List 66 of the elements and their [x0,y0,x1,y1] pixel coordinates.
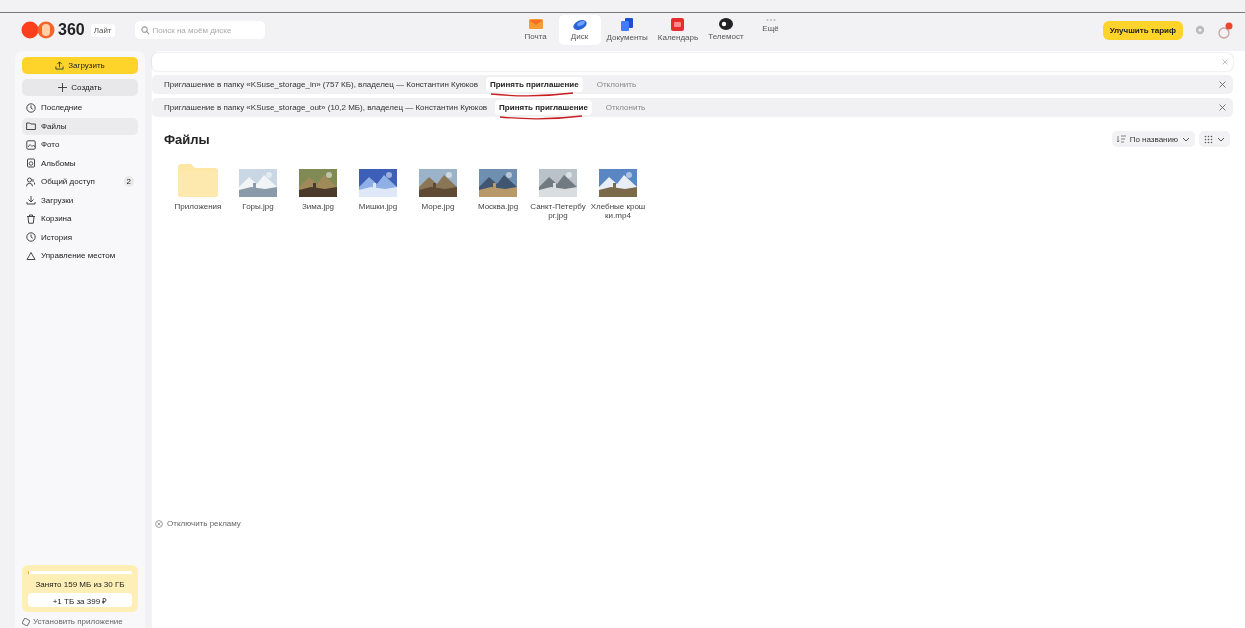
upload-icon [55,61,65,70]
chevron-icon [1217,136,1225,142]
file-name[interactable]: Мишки.jpg [350,202,406,211]
file-name[interactable]: Санкт-Петербург.jpg [530,202,586,220]
sidebar-item[interactable]: Файлы [22,117,138,135]
photo-icon [26,139,36,150]
app-link[interactable]: Почта [514,15,557,45]
trash-icon [26,213,36,224]
sidebar-item[interactable]: Общий доступ 2 [22,173,138,191]
avatar-icon[interactable] [1217,21,1233,39]
upload-button[interactable]: Загрузить [22,57,138,74]
app-link[interactable]: Календарь [653,15,703,45]
app-link[interactable]: Ещё [749,15,792,45]
file-name[interactable]: Приложения [170,202,226,211]
close-icon[interactable] [1219,81,1226,88]
close-icon[interactable] [1219,104,1226,111]
shared-icon [26,176,36,187]
sidebar-item[interactable]: Фото [22,136,138,154]
sort-button[interactable]: По названию [1111,131,1195,147]
logo-text: 360 [58,21,85,39]
documents-icon [621,18,634,31]
storage-text: Занято 159 МБ из 30 ГБ [35,580,125,589]
create-button[interactable]: Создать [22,79,138,96]
sidebar-item[interactable]: Управление местом [22,247,138,265]
file-name[interactable]: Горы.jpg [230,202,286,211]
albums-icon [26,158,36,169]
sidebar-item[interactable]: Последние [22,99,138,117]
speech-bubble-icon [718,18,733,30]
plus-icon [58,83,68,92]
search-icon [140,26,150,35]
logo-icon [21,21,55,39]
sidebar-item[interactable]: Загрузки [22,191,138,209]
calendar-icon [671,18,685,31]
view-button[interactable] [1199,131,1230,147]
envelope-icon [528,18,543,30]
clock-icon [26,102,36,113]
sidebar-item[interactable]: История [22,228,138,246]
dots-icon [765,18,776,22]
app-link[interactable]: Диск [558,15,601,45]
sidebar-item[interactable]: Альбомы [22,154,138,172]
plan-badge: Лайт [90,23,115,37]
disable-ads-link[interactable]: Отключить рекламу [152,519,1233,528]
downloads-icon [26,195,36,206]
folder-icon [26,121,36,132]
sidebar-item[interactable]: Корзина [22,210,138,228]
invitation-text: Приглашение в папку «KSuse_storage_in» (757 КБ), владелец — Константин Куюков [164,80,478,89]
install-link[interactable]: Установить приложение [22,612,138,628]
close-circle-icon [155,519,163,528]
app-link[interactable]: Телемост [704,15,748,45]
count-badge: 2 [123,176,134,188]
chevron-icon [1182,136,1190,142]
file-name[interactable]: Москва.jpg [470,202,526,211]
grid-icon [1204,134,1213,144]
page-title: Файлы [164,131,210,147]
file-name[interactable]: Зима.jpg [290,202,346,211]
search-field[interactable]: Поиск на моём диске [134,21,265,39]
file-name[interactable]: Хлебные крошки.mp4 [590,202,646,220]
offer-button[interactable]: +1 ТБ за 399 ₽ [28,593,132,607]
file-name[interactable]: Море.jpg [410,202,466,211]
sort-icon [1116,135,1126,143]
history-icon [26,232,36,243]
app-link[interactable]: Документы [602,15,652,45]
accept-button[interactable]: Принять приглашение [495,100,592,115]
accept-button[interactable]: Принять приглашение [486,77,583,92]
invitation-text: Приглашение в папку «KSuse_storage_out» (10,2 МБ), владелец — Константин Куюков [164,103,488,112]
upgrade-button[interactable]: Улучшить тариф [1102,20,1183,40]
